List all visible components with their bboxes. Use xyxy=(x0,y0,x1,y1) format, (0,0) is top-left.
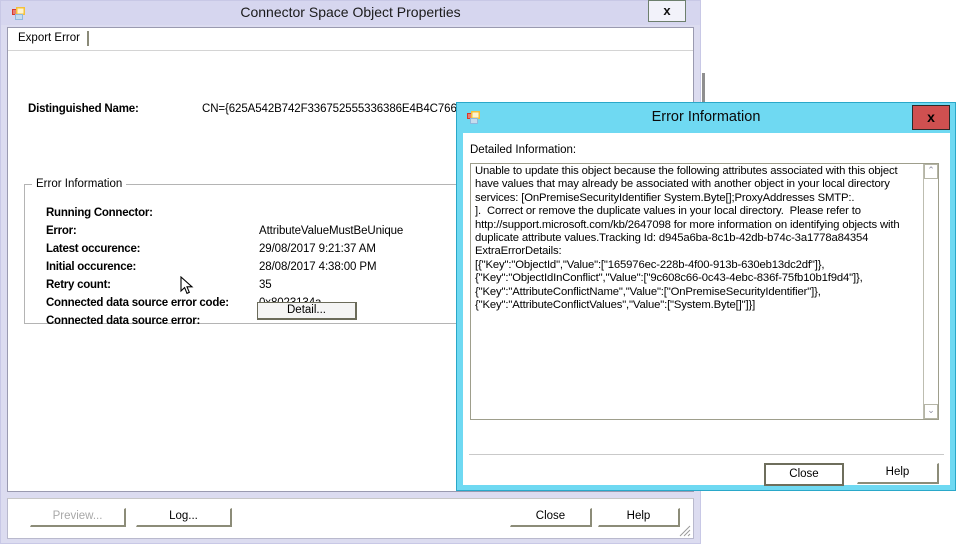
error-dialog-title: Error Information xyxy=(651,109,761,125)
detailed-information-text: Unable to update this object because the… xyxy=(475,165,900,312)
retry-count-value: 35 xyxy=(259,279,272,291)
error-dialog-titlebar[interactable]: Error Information x xyxy=(457,103,955,133)
error-dialog-close-button[interactable]: Close xyxy=(764,463,844,486)
error-value: AttributeValueMustBeUnique xyxy=(259,225,404,237)
distinguished-name-label: Distinguished Name: xyxy=(28,103,139,115)
running-connector-label: Running Connector: xyxy=(46,207,153,219)
retry-count-label: Retry count: xyxy=(46,279,111,291)
detail-button[interactable]: Detail... xyxy=(257,302,357,320)
resize-grip-icon[interactable] xyxy=(677,523,691,537)
scroll-up-icon[interactable]: ⌃ xyxy=(924,164,938,179)
latest-occurence-label: Latest occurence: xyxy=(46,243,141,255)
main-window-title: Connector Space Object Properties xyxy=(240,4,461,20)
preview-button[interactable]: Preview... xyxy=(30,508,126,527)
close-icon[interactable]: x xyxy=(648,0,686,22)
divider xyxy=(469,454,944,455)
error-dialog-client-area: Detailed Information: Unable to update t… xyxy=(463,133,950,486)
help-button[interactable]: Help xyxy=(598,508,680,527)
log-button[interactable]: Log... xyxy=(136,508,232,527)
main-window-titlebar[interactable]: Connector Space Object Properties x xyxy=(1,0,700,25)
detailed-information-textbox[interactable]: Unable to update this object because the… xyxy=(470,163,939,420)
tab-export-error[interactable]: Export Error xyxy=(14,31,89,46)
tabstrip: Export Error xyxy=(8,28,693,51)
initial-occurence-label: Initial occurence: xyxy=(46,261,137,273)
detailed-information-label: Detailed Information: xyxy=(470,144,577,156)
error-information-dialog: Error Information x Detailed Information… xyxy=(456,102,956,491)
error-dialog-help-button[interactable]: Help xyxy=(857,463,939,484)
initial-occurence-value: 28/08/2017 4:38:00 PM xyxy=(259,261,377,273)
error-label: Error: xyxy=(46,225,77,237)
close-button[interactable]: Close xyxy=(510,508,592,527)
close-icon[interactable]: x xyxy=(912,105,950,130)
error-information-groupbox-title: Error Information xyxy=(32,178,127,190)
latest-occurence-value: 29/08/2017 9:21:37 AM xyxy=(259,243,376,255)
connected-data-source-error-label: Connected data source error: xyxy=(46,315,201,327)
connected-data-source-error-code-label: Connected data source error code: xyxy=(46,297,229,309)
scroll-down-icon[interactable]: ⌄ xyxy=(924,404,938,419)
detail-scrollbar[interactable]: ⌃ ⌄ xyxy=(923,164,938,419)
main-window-button-bar: Preview... Log... Close Help xyxy=(7,498,694,539)
